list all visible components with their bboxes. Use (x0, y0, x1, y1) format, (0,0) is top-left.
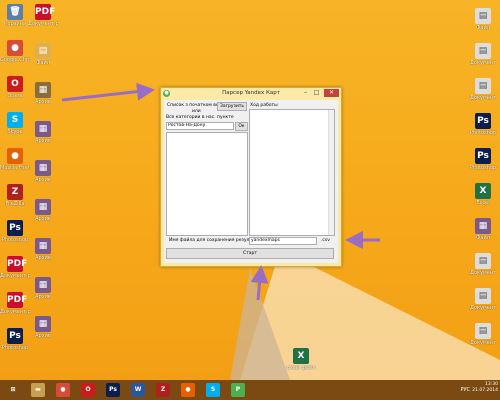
taskbar-button[interactable]: S (206, 383, 220, 397)
language-indicator[interactable]: РУС (460, 387, 470, 393)
taskbar-button[interactable]: ⊞ (6, 383, 20, 397)
taskbar-button[interactable]: O (81, 383, 95, 397)
taskbar-button[interactable]: P (231, 383, 245, 397)
desktop: 🗑Корзина●Google ChromeOOperaSSkype●Mozil… (0, 0, 500, 380)
annotation-arrow-start (250, 265, 269, 301)
clock[interactable]: 13:30 21.07.2014 (472, 382, 498, 394)
taskbar-button[interactable]: W (131, 383, 145, 397)
taskbar-button[interactable]: ● (56, 383, 70, 397)
annotation-arrow-titlebar (61, 82, 155, 102)
taskbar-button[interactable]: Z (156, 383, 170, 397)
taskbar-button[interactable]: Ps (106, 383, 120, 397)
annotation-arrows (61, 82, 380, 301)
taskbar: ⊞ ▬ ● O Ps W Z ● S P РУС 13:30 21.07.2014 (0, 380, 500, 400)
taskbar-button[interactable]: ● (181, 383, 195, 397)
clock-date: 21.07.2014 (472, 388, 498, 393)
taskbar-button[interactable]: ▬ (31, 383, 45, 397)
